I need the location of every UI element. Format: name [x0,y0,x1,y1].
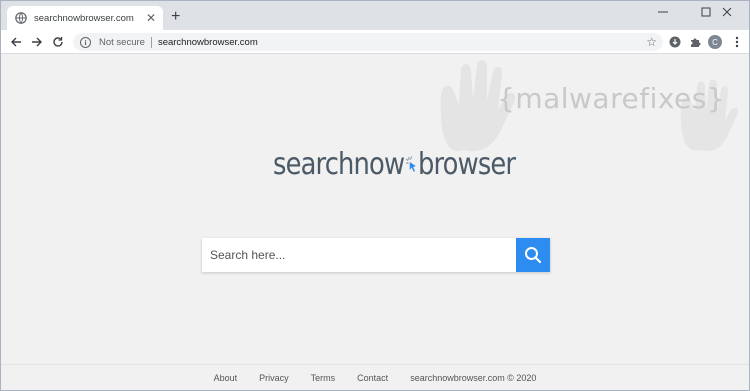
back-icon[interactable] [8,34,24,50]
footer-link-privacy[interactable]: Privacy [259,373,289,383]
security-label: Not secure [99,36,145,48]
menu-icon[interactable] [729,34,745,50]
star-icon[interactable]: ☆ [646,35,657,49]
browser-toolbar: i Not secure searchnowbrowser.com ☆ C [1,30,749,54]
search-icon [525,247,542,264]
footer-link-terms[interactable]: Terms [311,373,336,383]
active-tab[interactable]: searchnowbrowser.com ✕ [7,6,163,30]
footer-copyright: searchnowbrowser.com © 2020 [410,372,537,383]
browser-window: searchnowbrowser.com ✕ + i Not secure se… [0,0,750,391]
search-box [202,238,550,272]
info-icon[interactable]: i [80,36,91,48]
forward-icon[interactable] [29,34,45,50]
address-separator [150,36,152,48]
search-button[interactable] [516,238,550,272]
footer-link-contact[interactable]: Contact [357,373,388,383]
close-tab-icon[interactable]: ✕ [145,12,157,24]
logo-text-part2: browser [417,147,516,182]
puzzle-icon[interactable] [687,34,703,50]
page-footer: About Privacy Terms Contact searchnowbro… [1,364,749,390]
reload-icon[interactable] [50,34,66,50]
address-bar[interactable]: i Not secure searchnowbrowser.com ☆ [73,33,663,51]
minimize-button[interactable] [641,1,685,23]
tab-strip: searchnowbrowser.com ✕ + [1,1,749,30]
watermark-text: {malwarefixes} [497,82,726,115]
url-text[interactable]: searchnowbrowser.com [158,37,258,48]
logo-text-part1: searchnow [273,147,405,182]
close-window-button[interactable] [705,1,749,23]
footer-link-about[interactable]: About [214,373,238,383]
page-content: {malwarefixes} searchnow browser About P… [1,54,749,390]
cursor-spark-icon [405,155,416,172]
globe-icon [15,12,27,24]
extension-download-icon[interactable] [667,34,683,50]
tab-title: searchnowbrowser.com [34,12,134,24]
new-tab-button[interactable]: + [171,9,180,25]
search-input[interactable] [202,238,516,272]
profile-avatar[interactable]: C [707,34,723,50]
site-logo: searchnow browser [273,147,516,182]
